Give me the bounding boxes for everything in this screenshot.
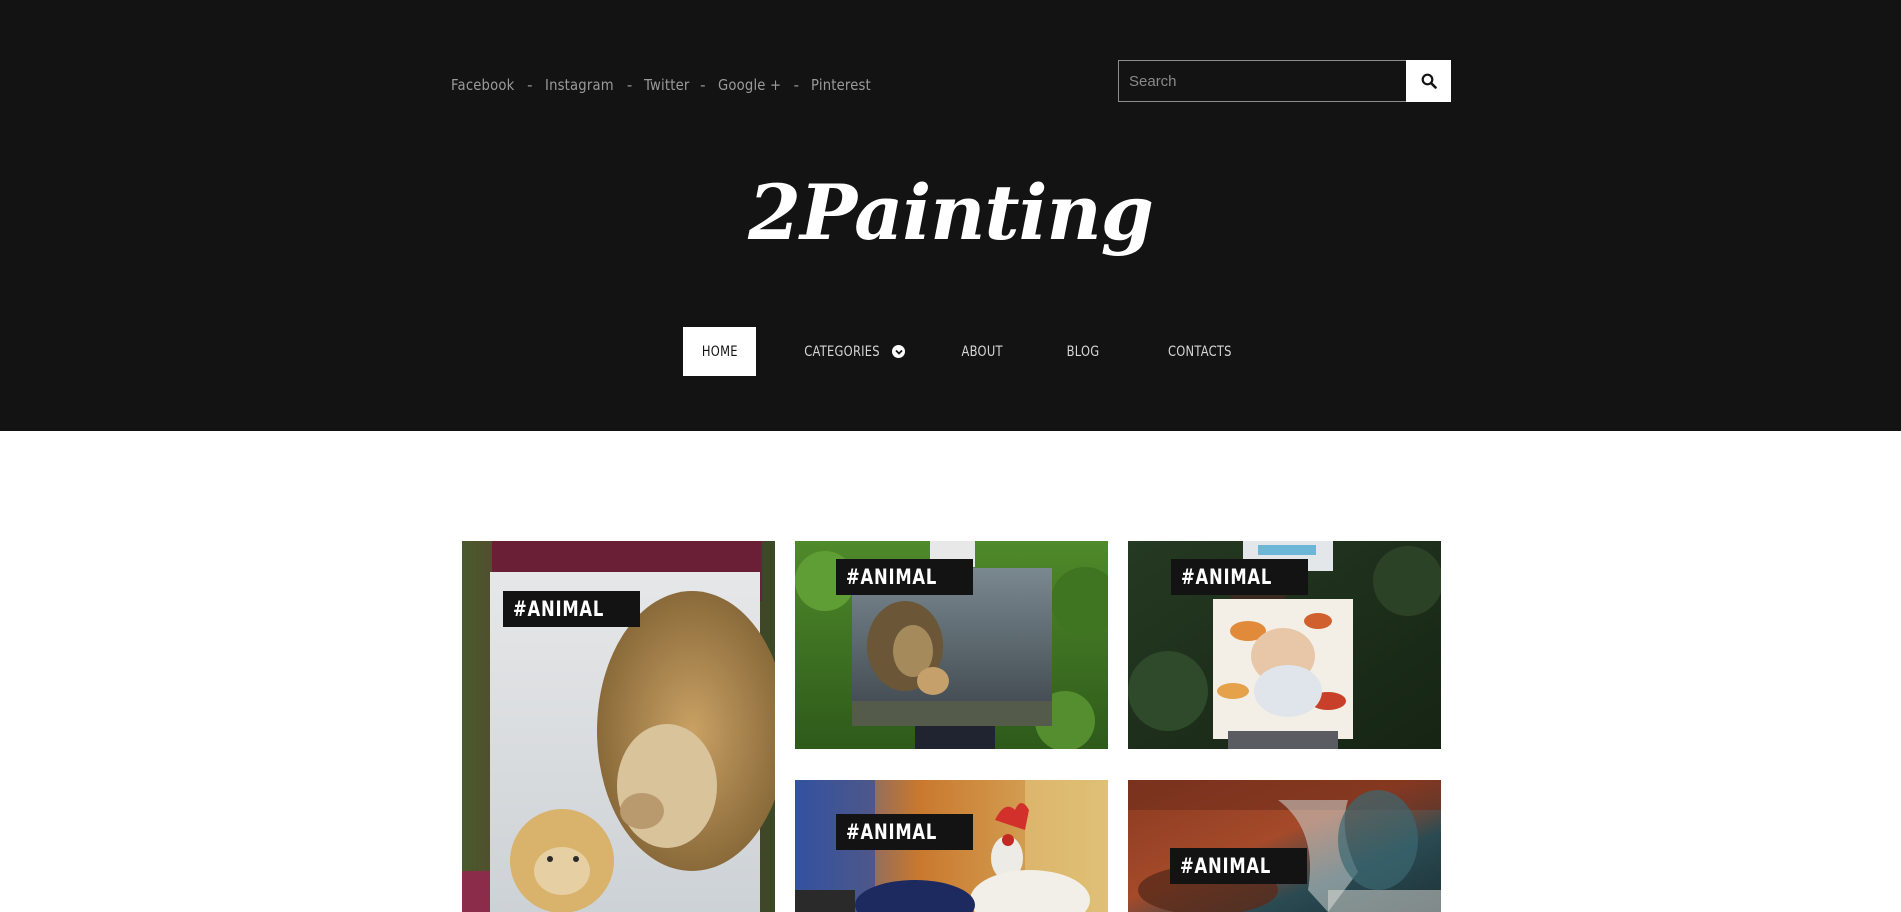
nav-item-label: CONTACTS bbox=[1168, 343, 1233, 360]
category-tag[interactable]: #ANIMAL bbox=[836, 814, 973, 850]
nav-item-label: CATEGORIES bbox=[804, 343, 880, 360]
nav-item-home[interactable]: HOME bbox=[683, 327, 756, 376]
social-link-facebook[interactable]: Facebook bbox=[451, 76, 514, 94]
category-tag[interactable]: #ANIMAL bbox=[1171, 559, 1308, 595]
nav-item-categories[interactable]: CATEGORIES bbox=[796, 327, 906, 376]
search-icon bbox=[1421, 73, 1437, 89]
social-link-instagram[interactable]: Instagram bbox=[545, 76, 614, 94]
nav-item-blog[interactable]: BLOG bbox=[1063, 327, 1103, 376]
painting-image bbox=[1128, 780, 1441, 912]
nav-item-label: ABOUT bbox=[961, 343, 1003, 360]
search-form bbox=[1118, 60, 1451, 102]
gallery-card[interactable]: #ANIMAL bbox=[462, 541, 775, 912]
search-button[interactable] bbox=[1406, 60, 1451, 102]
search-input[interactable] bbox=[1118, 60, 1406, 102]
social-link-google-plus[interactable]: Google + bbox=[718, 76, 781, 94]
category-tag-label: #ANIMAL bbox=[846, 565, 938, 589]
nav-item-contacts[interactable]: CONTACTS bbox=[1161, 327, 1239, 376]
chevron-down-icon bbox=[892, 345, 906, 358]
site-header: Facebook - Instagram - Twitter - Google … bbox=[0, 0, 1901, 431]
category-tag-label: #ANIMAL bbox=[846, 820, 938, 844]
separator: - bbox=[793, 76, 800, 94]
category-tag[interactable]: #ANIMAL bbox=[1170, 848, 1307, 884]
nav-item-about[interactable]: ABOUT bbox=[957, 327, 1007, 376]
main-nav: HOME CATEGORIES ABOUT BLOG CONTACTS bbox=[683, 327, 1239, 376]
separator: - bbox=[626, 76, 633, 94]
site-logo[interactable]: 2Painting bbox=[0, 168, 1901, 257]
category-tag[interactable]: #ANIMAL bbox=[836, 559, 973, 595]
nav-item-label: BLOG bbox=[1066, 343, 1100, 360]
category-tag-label: #ANIMAL bbox=[513, 597, 605, 621]
social-link-twitter[interactable]: Twitter bbox=[644, 76, 689, 94]
social-links: Facebook - Instagram - Twitter - Google … bbox=[451, 72, 879, 98]
separator: - bbox=[527, 76, 533, 94]
gallery-card[interactable]: #ANIMAL bbox=[1128, 780, 1441, 912]
gallery-card[interactable]: #ANIMAL bbox=[795, 780, 1108, 912]
social-link-pinterest[interactable]: Pinterest bbox=[811, 76, 871, 94]
category-tag-label: #ANIMAL bbox=[1181, 565, 1273, 589]
separator: - bbox=[700, 76, 706, 94]
category-tag-label: #ANIMAL bbox=[1180, 854, 1272, 878]
nav-item-label: HOME bbox=[701, 343, 738, 360]
gallery-card[interactable]: #ANIMAL bbox=[795, 541, 1108, 749]
category-tag[interactable]: #ANIMAL bbox=[503, 591, 640, 627]
gallery-card[interactable]: #ANIMAL bbox=[1128, 541, 1441, 749]
